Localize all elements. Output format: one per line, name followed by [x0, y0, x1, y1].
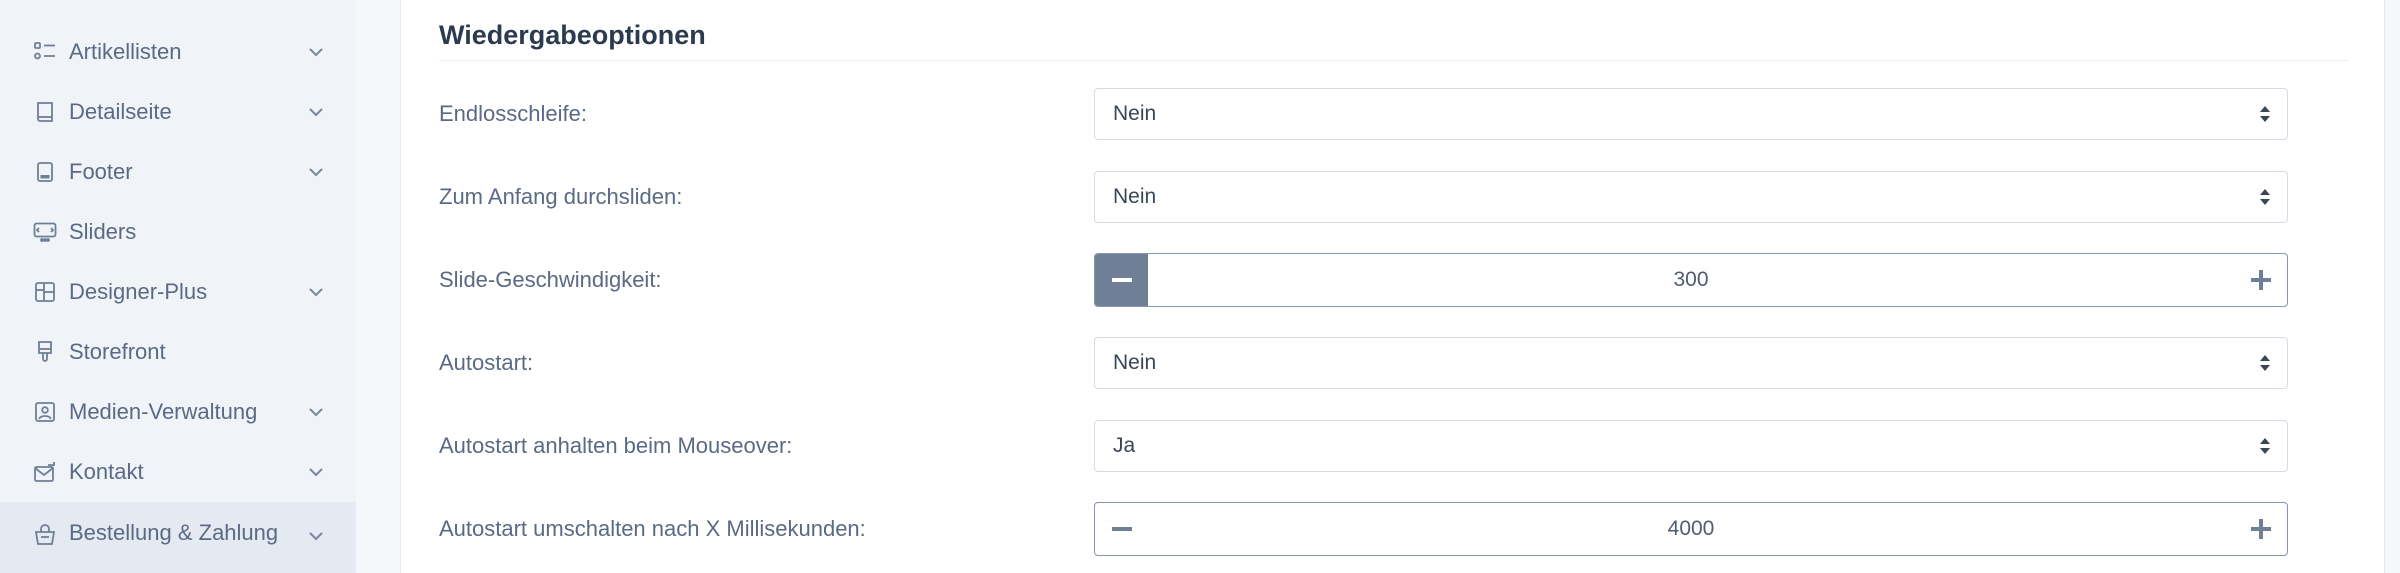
sidebar-item-bestellung-zahlung[interactable]: Bestellung & Zahlung: [0, 502, 356, 573]
chevron-down-icon: [306, 102, 326, 122]
rewind-select[interactable]: Nein: [1094, 171, 2288, 223]
sidebar-item-label: Artikellisten: [69, 39, 182, 64]
pause-on-hover-label: Autostart anhalten beim Mouseover:: [439, 433, 793, 458]
sidebar-item-footer[interactable]: Footer: [0, 142, 356, 202]
rewind-select-value: Nein: [1113, 185, 1157, 208]
select-arrows-icon: [2259, 436, 2271, 456]
chevron-down-icon: [306, 402, 326, 422]
select-arrows-icon: [2259, 187, 2271, 207]
speed-value: 300: [1673, 268, 1709, 291]
chevron-down-icon: [306, 282, 326, 302]
sidebar-item-sliders[interactable]: Sliders: [0, 202, 356, 262]
layout-icon: [33, 280, 57, 304]
chevron-down-icon: [306, 526, 326, 546]
autoplay-select[interactable]: Nein: [1094, 337, 2288, 389]
minus-icon: [1111, 278, 1132, 282]
book-icon: [33, 100, 57, 124]
autoplay-interval-increment-button[interactable]: [2234, 503, 2287, 555]
sidebar-item-label: Sliders: [69, 219, 137, 244]
image-icon: [33, 400, 57, 424]
autoplay-select-value: Nein: [1113, 351, 1157, 374]
speed-stepper[interactable]: 300: [1094, 253, 2288, 307]
rewind-label: Zum Anfang durchsliden:: [439, 184, 683, 209]
sidebar-item-storefront[interactable]: Storefront: [0, 322, 356, 382]
mail-icon: [33, 460, 57, 484]
sidebar-item-label: Detailseite: [69, 99, 172, 124]
divider: [439, 60, 2348, 61]
autoplay-interval-value: 4000: [1667, 517, 1715, 540]
speed-label: Slide-Geschwindigkeit:: [439, 267, 662, 292]
speed-increment-button[interactable]: [2234, 254, 2287, 306]
basket-icon: [33, 523, 57, 547]
select-arrows-icon: [2259, 353, 2271, 373]
pause-on-hover-select[interactable]: Ja: [1094, 420, 2288, 472]
plus-icon: [2250, 270, 2271, 290]
sidebar-item-medien-verwaltung[interactable]: Medien-Verwaltung: [0, 382, 356, 442]
sidebar-item-label: Footer: [69, 159, 133, 184]
sidebar-item-label: Storefront: [69, 339, 166, 364]
sidebar-item-designer-plus[interactable]: Designer-Plus: [0, 262, 356, 322]
loop-select[interactable]: Nein: [1094, 88, 2288, 140]
pause-on-hover-select-value: Ja: [1113, 434, 1136, 457]
page: Artikellisten Detailseite Footer Sliders…: [0, 0, 2400, 573]
sidebar-item-artikellisten[interactable]: Artikellisten: [0, 22, 356, 82]
sidebar-item-detailseite[interactable]: Detailseite: [0, 82, 356, 142]
sidebar-item-label: Designer-Plus: [69, 279, 208, 304]
brush-icon: [33, 340, 57, 364]
sidebar-item-label: Bestellung & Zahlung: [69, 520, 279, 545]
minus-icon: [1111, 527, 1132, 531]
plus-icon: [2250, 519, 2271, 539]
section-title: Wiedergabeoptionen: [439, 20, 706, 50]
sidebar: Artikellisten Detailseite Footer Sliders…: [0, 0, 356, 573]
select-arrows-icon: [2259, 104, 2271, 124]
sidebar-item-label: Kontakt: [69, 459, 144, 484]
footer-icon: [33, 160, 57, 184]
sidebar-item-label: Medien-Verwaltung: [69, 399, 258, 424]
chevron-down-icon: [306, 462, 326, 482]
loop-select-value: Nein: [1113, 102, 1157, 125]
settings-card: Wiedergabeoptionen Endlosschleife: Nein …: [400, 0, 2385, 573]
list-icon: [33, 40, 57, 64]
autoplay-interval-stepper[interactable]: 4000: [1094, 502, 2288, 556]
chevron-down-icon: [306, 162, 326, 182]
chevron-down-icon: [306, 42, 326, 62]
loop-label: Endlosschleife:: [439, 101, 587, 126]
speed-decrement-button[interactable]: [1095, 254, 1148, 306]
autoplay-interval-decrement-button[interactable]: [1095, 503, 1148, 555]
autoplay-interval-label: Autostart umschalten nach X Millisekunde…: [439, 516, 866, 541]
sidebar-item-kontakt[interactable]: Kontakt: [0, 442, 356, 502]
autoplay-label: Autostart:: [439, 350, 534, 375]
slider-icon: [33, 220, 57, 244]
